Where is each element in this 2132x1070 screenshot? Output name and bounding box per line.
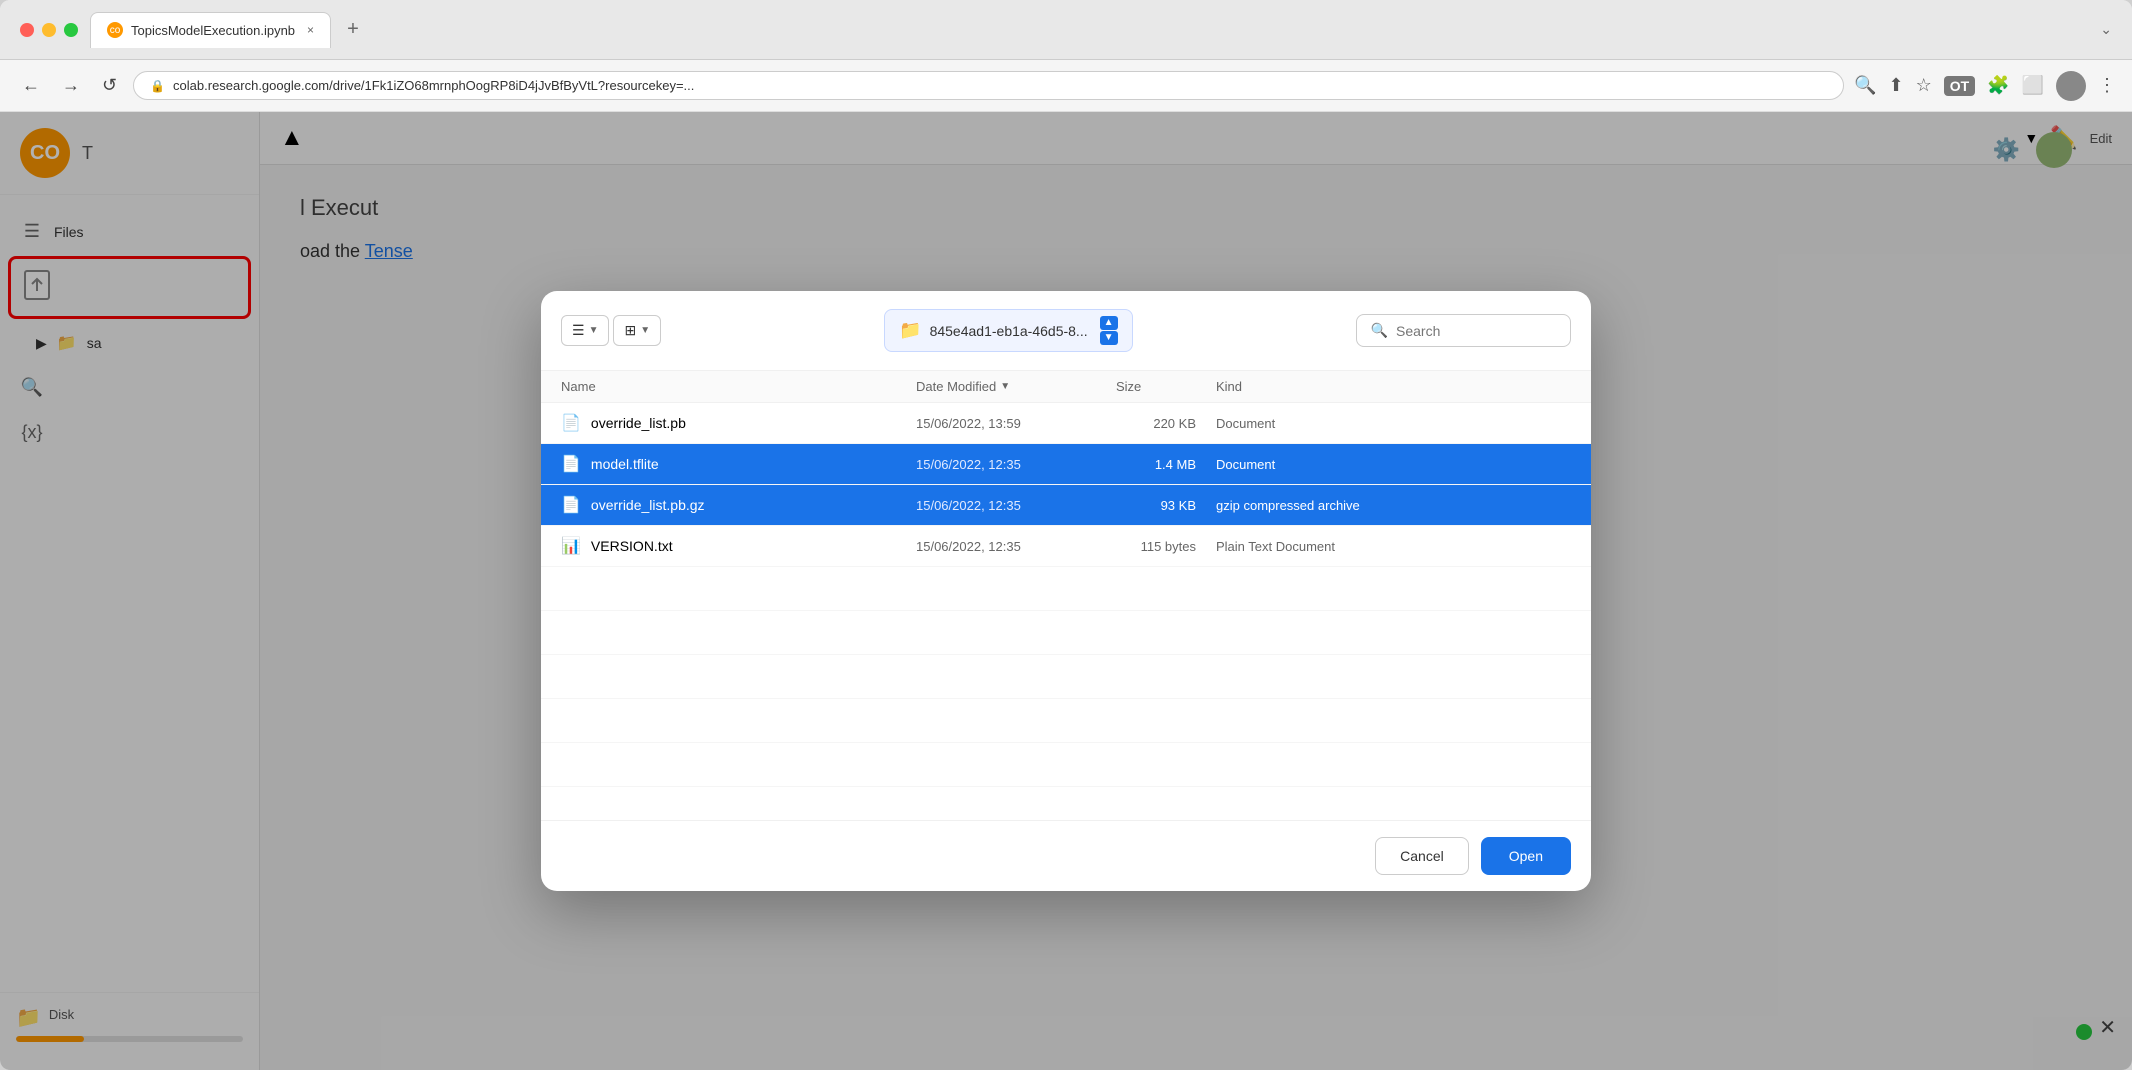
modal-header: ☰ ▼ ⊞ ▼ 📁 845e4ad1-eb1a-46d5-8... <box>541 291 1591 371</box>
grid-chevron-icon: ▼ <box>640 325 650 336</box>
file-name: model.tflite <box>591 456 659 472</box>
file-date: 15/06/2022, 13:59 <box>916 416 1116 431</box>
empty-row <box>541 611 1591 655</box>
list-view-button[interactable]: ☰ ▼ <box>561 315 609 346</box>
empty-row <box>541 743 1591 787</box>
reload-button[interactable]: ↺ <box>96 71 123 100</box>
file-row[interactable]: 📄 override_list.pb.gz 15/06/2022, 12:35 … <box>541 485 1591 526</box>
file-row[interactable]: 📄 override_list.pb 15/06/2022, 13:59 220… <box>541 403 1591 444</box>
browser-content: CO T ☰ Files <box>0 112 2132 1070</box>
file-date: 15/06/2022, 12:35 <box>916 457 1116 472</box>
new-tab-button[interactable]: + <box>339 14 367 45</box>
breadcrumb-up-button[interactable]: ▲ <box>1100 316 1118 330</box>
file-size: 220 KB <box>1116 416 1216 431</box>
col-header-date[interactable]: Date Modified ▼ <box>916 379 1116 394</box>
empty-row <box>541 699 1591 743</box>
file-row[interactable]: 📊 VERSION.txt 15/06/2022, 12:35 115 byte… <box>541 526 1591 567</box>
share-button[interactable]: ⬆ <box>1888 75 1903 96</box>
file-name: override_list.pb.gz <box>591 497 705 513</box>
file-row[interactable]: 📄 model.tflite 15/06/2022, 12:35 1.4 MB … <box>541 444 1591 485</box>
col-header-name[interactable]: Name <box>561 379 916 394</box>
browser-window: co TopicsModelExecution.ipynb × + ⌄ ← → … <box>0 0 2132 1070</box>
file-size: 1.4 MB <box>1116 457 1216 472</box>
view-toggle: ☰ ▼ ⊞ ▼ <box>561 315 661 346</box>
sort-desc-icon: ▼ <box>1000 381 1010 392</box>
file-list: 📄 override_list.pb 15/06/2022, 13:59 220… <box>541 403 1591 820</box>
col-header-size[interactable]: Size <box>1116 379 1216 394</box>
file-date: 15/06/2022, 12:35 <box>916 539 1116 554</box>
tab-manager-button[interactable]: ⬜ <box>2022 75 2044 96</box>
more-menu-button[interactable]: ⋮ <box>2098 75 2116 96</box>
profile-avatar[interactable] <box>2056 71 2086 101</box>
search-box[interactable]: 🔍 <box>1356 314 1571 347</box>
browser-nav: ← → ↺ 🔒 colab.research.google.com/drive/… <box>0 60 2132 112</box>
modal-overlay: ☰ ▼ ⊞ ▼ 📁 845e4ad1-eb1a-46d5-8... <box>0 112 2132 1070</box>
profile-indicator: OT <box>1944 76 1975 96</box>
col-kind-label: Kind <box>1216 379 1242 394</box>
file-icon: 📄 <box>561 413 581 433</box>
modal-column-headers: Name Date Modified ▼ Size Kind <box>541 371 1591 403</box>
file-name: VERSION.txt <box>591 538 673 554</box>
file-name: override_list.pb <box>591 415 686 431</box>
back-button[interactable]: ← <box>16 71 46 100</box>
col-name-label: Name <box>561 379 596 394</box>
forward-button[interactable]: → <box>56 71 86 100</box>
browser-titlebar: co TopicsModelExecution.ipynb × + ⌄ <box>0 0 2132 60</box>
file-size: 93 KB <box>1116 498 1216 513</box>
file-size: 115 bytes <box>1116 539 1216 554</box>
zoom-button[interactable]: 🔍 <box>1854 75 1876 96</box>
address-text: colab.research.google.com/drive/1Fk1iZO6… <box>173 78 1827 93</box>
file-icon: 📊 <box>561 536 581 556</box>
file-icon: 📄 <box>561 454 581 474</box>
list-icon: ☰ <box>572 322 585 339</box>
extensions-button[interactable]: 🧩 <box>1987 75 2009 96</box>
search-input[interactable] <box>1396 323 1556 339</box>
address-bar[interactable]: 🔒 colab.research.google.com/drive/1Fk1iZ… <box>133 71 1844 100</box>
col-size-label: Size <box>1116 379 1141 394</box>
col-header-kind[interactable]: Kind <box>1216 379 1571 394</box>
file-kind: Document <box>1216 416 1571 431</box>
breadcrumb-stepper[interactable]: ▲ ▼ <box>1100 316 1118 345</box>
breadcrumb-area: 📁 845e4ad1-eb1a-46d5-8... ▲ ▼ <box>677 309 1339 352</box>
empty-row <box>541 567 1591 611</box>
tab-bar: co TopicsModelExecution.ipynb × + <box>90 12 2088 48</box>
chevron-down-icon[interactable]: ⌄ <box>2100 21 2112 38</box>
open-button[interactable]: Open <box>1481 837 1571 875</box>
cancel-button[interactable]: Cancel <box>1375 837 1469 875</box>
close-traffic-light[interactable] <box>20 23 34 37</box>
file-date: 15/06/2022, 12:35 <box>916 498 1116 513</box>
modal-footer: Cancel Open <box>541 820 1591 891</box>
browser-right-icons: ⌄ <box>2100 21 2112 38</box>
grid-icon: ⊞ <box>624 322 636 339</box>
file-kind: Plain Text Document <box>1216 539 1571 554</box>
search-icon: 🔍 <box>1371 322 1388 339</box>
breadcrumb-folder-icon: 📁 <box>899 320 921 341</box>
maximize-traffic-light[interactable] <box>64 23 78 37</box>
traffic-lights <box>20 23 78 37</box>
minimize-traffic-light[interactable] <box>42 23 56 37</box>
lock-icon: 🔒 <box>150 79 165 93</box>
file-picker-modal: ☰ ▼ ⊞ ▼ 📁 845e4ad1-eb1a-46d5-8... <box>541 291 1591 891</box>
col-date-label: Date Modified <box>916 379 996 394</box>
breadcrumb-pill: 📁 845e4ad1-eb1a-46d5-8... ▲ ▼ <box>884 309 1132 352</box>
bookmark-button[interactable]: ☆ <box>1916 75 1932 96</box>
file-kind: gzip compressed archive <box>1216 498 1571 513</box>
active-tab[interactable]: co TopicsModelExecution.ipynb × <box>90 12 331 48</box>
breadcrumb-folder-name: 845e4ad1-eb1a-46d5-8... <box>930 323 1088 339</box>
breadcrumb-down-button[interactable]: ▼ <box>1100 331 1118 345</box>
empty-row <box>541 655 1591 699</box>
list-chevron-icon: ▼ <box>589 325 599 336</box>
file-kind: Document <box>1216 457 1571 472</box>
tab-label: TopicsModelExecution.ipynb <box>131 23 295 38</box>
nav-actions: 🔍 ⬆ ☆ OT 🧩 ⬜ ⋮ <box>1854 71 2116 101</box>
tab-close-button[interactable]: × <box>307 23 314 37</box>
file-icon: 📄 <box>561 495 581 515</box>
grid-view-button[interactable]: ⊞ ▼ <box>613 315 661 346</box>
tab-colab-icon: co <box>107 22 123 38</box>
